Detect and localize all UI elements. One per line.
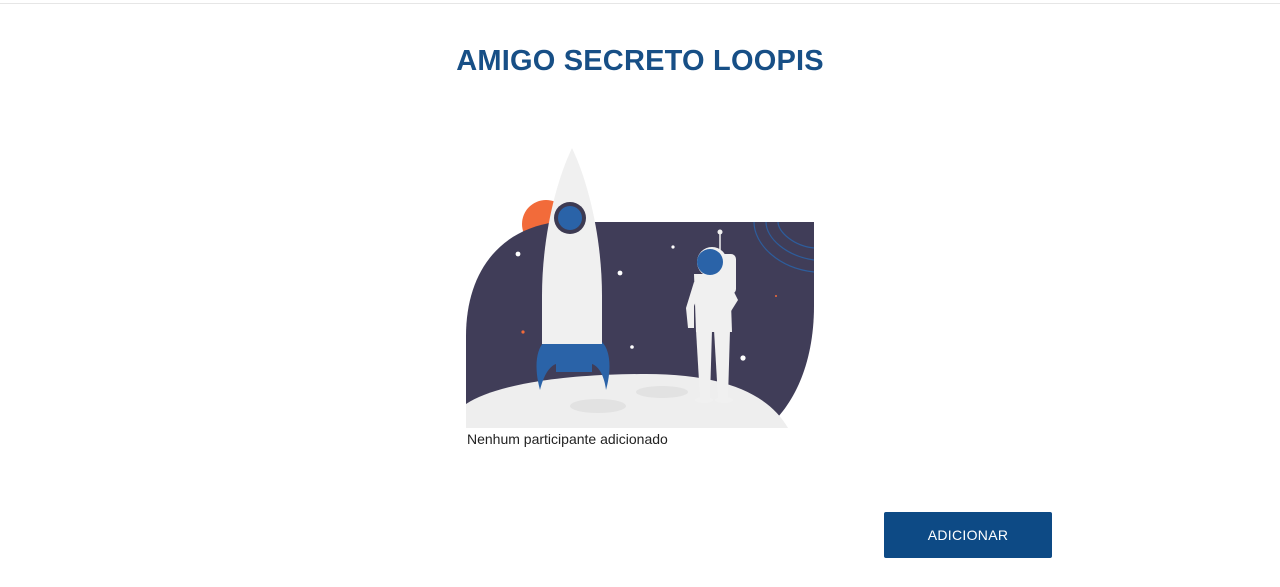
rocket-body <box>542 148 602 344</box>
page: AMIGO SECRETO LOOPIS Nenhum participante… <box>0 0 1280 587</box>
empty-state-message: Nenhum participante adicionado <box>467 431 668 447</box>
top-divider <box>0 3 1280 4</box>
page-title: AMIGO SECRETO LOOPIS <box>456 45 824 77</box>
add-button[interactable]: ADICIONAR <box>884 512 1052 558</box>
crater <box>636 386 688 398</box>
astronaut-visor <box>697 249 723 275</box>
astronaut-rocket-illustration <box>466 148 814 428</box>
rocket-nozzle <box>556 352 592 372</box>
crater <box>570 399 626 413</box>
